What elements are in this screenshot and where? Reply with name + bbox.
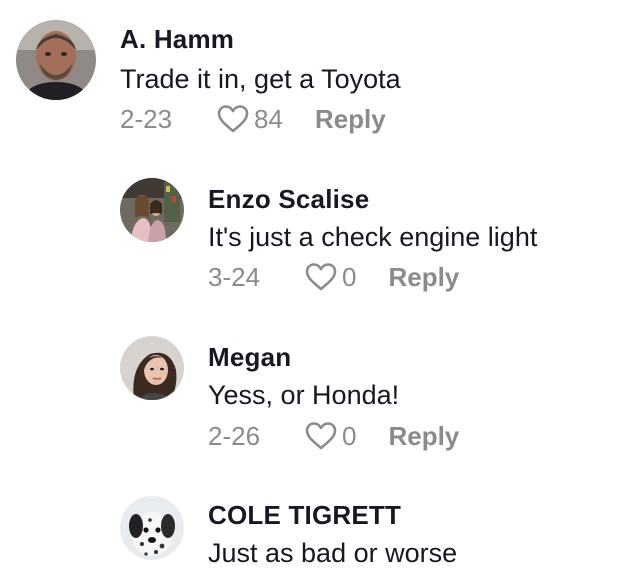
avatar[interactable] [120, 496, 184, 560]
comment-text: It's just a check engine light [208, 222, 538, 252]
comment-date: 3-24 [208, 261, 261, 292]
avatar[interactable] [120, 178, 184, 242]
avatar[interactable] [16, 20, 96, 100]
heart-outline-icon [305, 422, 337, 450]
like-button[interactable]: 84 [216, 104, 283, 135]
reply-comment-item: Enzo Scalise It's just a check engine li… [0, 160, 636, 318]
comment-text: Just as bad or worse [208, 538, 458, 568]
comment-meta: 2-23 84 Reply [120, 102, 386, 136]
comment-meta: 3-24 0 Reply [208, 260, 459, 294]
reply-comment-item: COLE TIGRETT Just as bad or worse [0, 476, 636, 578]
reply-comment-item: Megan Yess, or Honda! 2-26 0 Reply [0, 318, 636, 476]
comment-text: Yess, or Honda! [208, 380, 400, 410]
avatar-two-people-photo [120, 178, 184, 242]
comment-item: A. Hamm Trade it in, get a Toyota 2-23 8… [0, 0, 636, 160]
avatar-man-photo [16, 20, 96, 100]
comment-username[interactable]: A. Hamm [120, 24, 234, 55]
comment-date: 2-23 [120, 103, 173, 134]
like-button[interactable]: 0 [304, 421, 356, 452]
reply-button[interactable]: Reply [388, 421, 459, 452]
reply-button[interactable]: Reply [388, 262, 459, 293]
heart-outline-icon [217, 105, 249, 133]
like-count: 84 [254, 103, 283, 134]
like-count: 0 [342, 420, 357, 451]
like-count: 0 [342, 261, 357, 292]
comment-username[interactable]: COLE TIGRETT [208, 500, 401, 531]
avatar[interactable] [120, 336, 184, 400]
like-button[interactable]: 0 [304, 262, 356, 293]
comment-username[interactable]: Megan [208, 342, 291, 373]
avatar-woman-photo [120, 336, 184, 400]
avatar-dalmatian-photo [120, 496, 184, 560]
comment-date: 2-26 [208, 420, 261, 451]
heart-outline-icon [305, 263, 337, 291]
comment-username[interactable]: Enzo Scalise [208, 184, 369, 215]
reply-button[interactable]: Reply [315, 104, 386, 135]
comment-meta: 2-26 0 Reply [208, 419, 459, 453]
comment-text: Trade it in, get a Toyota [120, 64, 401, 94]
